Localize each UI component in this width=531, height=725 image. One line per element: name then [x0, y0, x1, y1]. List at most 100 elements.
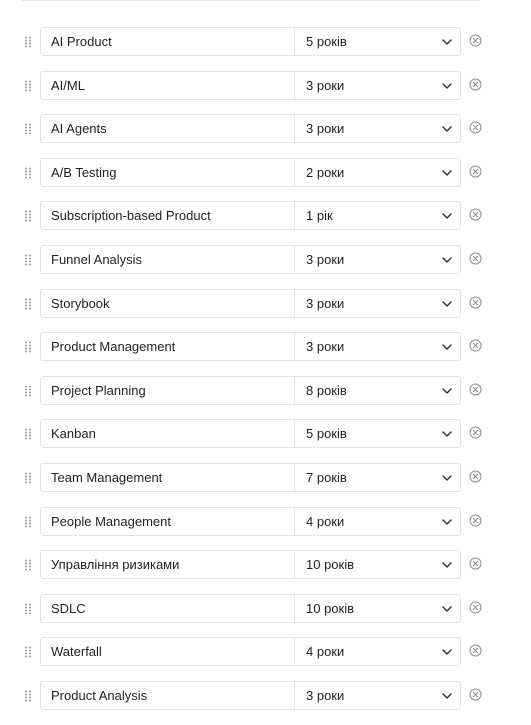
years-select[interactable]: 3 роки — [295, 72, 460, 99]
years-value: 7 років — [306, 469, 347, 485]
skill-name-input[interactable]: AI Product — [41, 28, 294, 55]
skill-name-input[interactable]: Storybook — [41, 290, 294, 317]
years-select[interactable]: 3 роки — [295, 290, 460, 317]
chevron-down-icon — [442, 518, 452, 525]
chevron-down-icon — [442, 388, 452, 394]
skill-field-group: AI Agents 3 роки — [40, 114, 461, 144]
drag-handle-icon[interactable] — [23, 253, 33, 267]
drag-handle-icon[interactable] — [23, 35, 33, 49]
skill-name-input[interactable]: AI Agents — [41, 115, 294, 142]
years-select[interactable]: 10 років — [295, 551, 460, 578]
drag-handle-icon[interactable] — [23, 384, 33, 398]
years-select[interactable]: 7 років — [295, 464, 460, 491]
years-select[interactable]: 4 роки — [295, 508, 460, 535]
drag-handle-icon[interactable] — [23, 340, 33, 354]
skill-row: AI Agents 3 роки — [0, 114, 531, 158]
close-circle-icon[interactable] — [469, 208, 482, 221]
skill-name-input[interactable]: Product Management — [41, 333, 294, 360]
drag-handle-icon[interactable] — [23, 515, 33, 529]
drag-handle-icon[interactable] — [23, 689, 33, 703]
skill-row: Управління ризиками 10 років — [0, 550, 531, 594]
skill-field-group: Waterfall 4 роки — [40, 637, 461, 667]
drag-handle-icon[interactable] — [23, 297, 33, 311]
years-select[interactable]: 3 роки — [295, 246, 460, 273]
years-value: 5 років — [306, 426, 347, 442]
close-circle-icon[interactable] — [469, 252, 482, 265]
skill-field-group: Product Management 3 роки — [40, 332, 461, 362]
years-select[interactable]: 3 роки — [295, 682, 460, 709]
skill-field-group: Kanban 5 років — [40, 419, 461, 449]
close-circle-icon[interactable] — [469, 383, 482, 396]
skill-field-group: Team Management 7 років — [40, 462, 461, 492]
years-value: 3 роки — [306, 251, 345, 267]
drag-handle-icon[interactable] — [23, 166, 33, 180]
years-value: 1 рік — [306, 208, 333, 224]
close-circle-icon[interactable] — [469, 601, 482, 614]
skill-row: AI/ML 3 роки — [0, 70, 531, 115]
years-value: 3 роки — [306, 77, 345, 93]
years-value: 3 роки — [306, 339, 345, 355]
skill-field-group: People Management 4 роки — [40, 506, 461, 536]
skill-name-input[interactable]: People Management — [41, 508, 294, 535]
close-circle-icon[interactable] — [469, 470, 482, 483]
skill-name-input[interactable]: Kanban — [41, 420, 294, 447]
close-circle-icon[interactable] — [469, 514, 482, 527]
years-select[interactable]: 3 роки — [295, 115, 460, 142]
chevron-down-icon — [442, 606, 452, 612]
years-value: 3 роки — [306, 121, 345, 137]
drag-handle-icon[interactable] — [23, 209, 33, 223]
skill-name-input[interactable]: SDLC — [41, 595, 294, 622]
close-circle-icon[interactable] — [469, 78, 482, 91]
close-circle-icon[interactable] — [469, 165, 482, 178]
drag-handle-icon[interactable] — [23, 558, 33, 572]
drag-handle-icon[interactable] — [23, 645, 33, 659]
close-circle-icon[interactable] — [469, 339, 482, 352]
close-circle-icon[interactable] — [469, 34, 482, 47]
drag-handle-icon[interactable] — [23, 471, 33, 485]
skill-name-input[interactable]: Subscription-based Product — [41, 202, 294, 229]
skill-name-input[interactable]: Funnel Analysis — [41, 246, 294, 273]
close-circle-icon[interactable] — [469, 121, 482, 134]
close-circle-icon[interactable] — [469, 557, 482, 570]
skills-list: AI Product 5 років AI/ML 3 роки AI Agent… — [0, 27, 531, 725]
years-select[interactable]: 1 рік — [295, 202, 460, 229]
chevron-down-icon — [442, 693, 452, 699]
drag-handle-icon[interactable] — [23, 427, 33, 441]
skill-name-input[interactable]: Team Management — [41, 464, 294, 491]
drag-handle-icon[interactable] — [23, 79, 33, 93]
skill-field-group: AI Product 5 років — [40, 27, 461, 56]
chevron-down-icon — [442, 300, 452, 307]
skill-row: People Management 4 роки — [0, 506, 531, 551]
skill-name-input[interactable]: AI/ML — [41, 72, 294, 99]
drag-handle-icon[interactable] — [23, 122, 33, 136]
years-select[interactable]: 2 роки — [295, 159, 460, 186]
skill-name-input[interactable]: Project Planning — [41, 377, 294, 404]
close-circle-icon[interactable] — [469, 426, 482, 439]
years-select[interactable]: 5 років — [295, 420, 460, 447]
chevron-down-icon — [442, 431, 452, 438]
skill-row: Team Management 7 років — [0, 462, 531, 507]
years-value: 3 роки — [306, 295, 345, 311]
skill-row: Funnel Analysis 3 роки — [0, 244, 531, 289]
skill-name-input[interactable]: A/B Testing — [41, 159, 294, 186]
skill-name-input[interactable]: Управління ризиками — [41, 551, 294, 578]
skill-row: Storybook 3 роки — [0, 288, 531, 333]
chevron-down-icon — [442, 39, 452, 45]
skill-row: AI Product 5 років — [0, 27, 531, 71]
years-value: 5 років — [306, 34, 347, 49]
skill-name-input[interactable]: Product Analysis — [41, 682, 294, 709]
close-circle-icon[interactable] — [469, 644, 482, 657]
years-select[interactable]: 5 років — [295, 28, 460, 55]
chevron-down-icon — [442, 649, 452, 656]
years-value: 4 роки — [306, 644, 345, 660]
years-select[interactable]: 3 роки — [295, 333, 460, 360]
years-select[interactable]: 8 років — [295, 377, 460, 404]
years-select[interactable]: 4 роки — [295, 638, 460, 665]
close-circle-icon[interactable] — [469, 688, 482, 701]
drag-handle-icon[interactable] — [23, 602, 33, 616]
skill-row: Product Analysis 3 роки — [0, 680, 531, 725]
skill-name-input[interactable]: Waterfall — [41, 638, 294, 665]
years-value: 8 років — [306, 382, 347, 398]
years-select[interactable]: 10 років — [295, 595, 460, 622]
close-circle-icon[interactable] — [469, 296, 482, 309]
